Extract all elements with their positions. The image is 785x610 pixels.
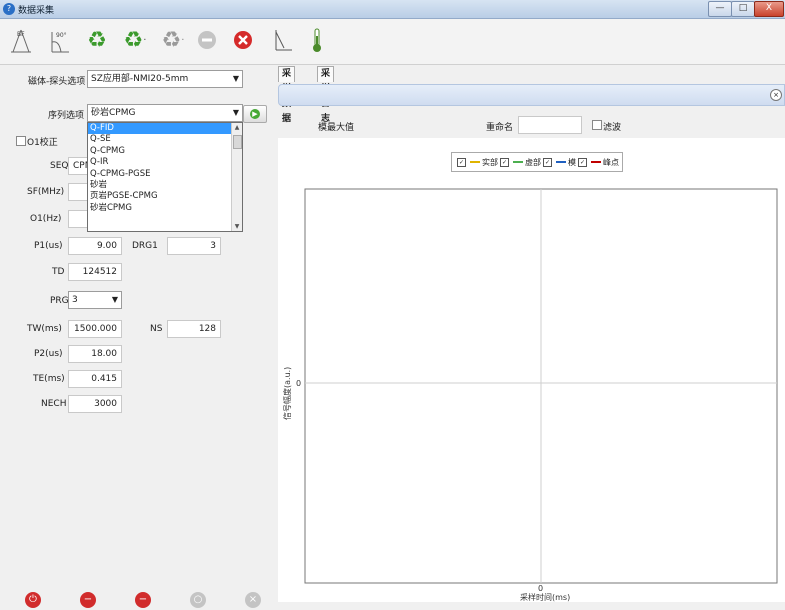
dropdown-option[interactable]: Q-CPMG (88, 146, 242, 157)
dropdown-option[interactable]: 页岩PGSE-CPMG (88, 191, 242, 202)
dropdown-option[interactable]: Q-IR (88, 157, 242, 168)
dropdown-option[interactable]: 砂岩CPMG (88, 203, 242, 214)
dropdown-option[interactable]: 砂岩 (88, 180, 242, 191)
dropdown-scrollbar[interactable]: ▲ ▼ (231, 123, 242, 231)
dropdown-option[interactable]: Q-CPMG-PGSE (88, 169, 242, 180)
y-tick-zero: 0 (296, 379, 301, 388)
chart-plot: 0 0 采样时间(ms) 信号幅度(a.u.) (282, 188, 778, 602)
dropdown-option[interactable]: Q-FID (88, 123, 242, 135)
scroll-up-icon[interactable]: ▲ (232, 123, 242, 132)
y-axis-label: 信号幅度(a.u.) (282, 367, 292, 420)
x-tick-zero: 0 (538, 584, 543, 593)
scroll-down-icon[interactable]: ▼ (232, 222, 242, 231)
dropdown-option[interactable]: Q-SE (88, 134, 242, 145)
seq-option-dropdown[interactable]: Q-FID Q-SE Q-CPMG Q-IR Q-CPMG-PGSE 砂岩 页岩… (87, 122, 243, 232)
scroll-thumb[interactable] (233, 135, 242, 149)
x-axis-label: 采样时间(ms) (520, 592, 570, 602)
